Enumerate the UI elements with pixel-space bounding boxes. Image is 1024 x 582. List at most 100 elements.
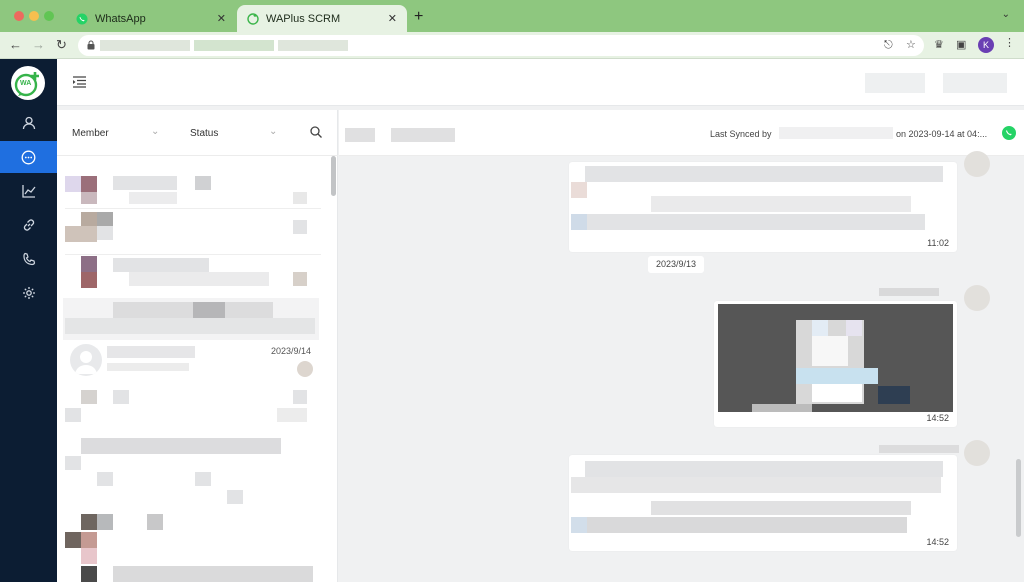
forward-arrow-icon[interactable]: →: [32, 37, 45, 52]
tab-label: WAPlus SCRM: [266, 12, 341, 25]
browser-window: WhatsApp ✕ WAPlus SCRM ✕ + ⌄ ← → ↻ ⎋ ☆ ♛…: [0, 0, 1024, 582]
message-text-redacted: [571, 517, 587, 533]
share-icon[interactable]: ⎋: [884, 39, 893, 52]
back-arrow-icon[interactable]: ←: [9, 37, 22, 52]
redacted-pixel: [129, 192, 177, 204]
message-bubble[interactable]: 11:02: [569, 162, 957, 252]
side-panel-icon[interactable]: ▣: [956, 38, 966, 51]
search-icon[interactable]: [310, 126, 322, 138]
tab-whatsapp[interactable]: WhatsApp ✕: [66, 5, 236, 32]
url-text-redacted: [100, 40, 190, 51]
more-menu-icon[interactable]: ⋮: [1004, 36, 1015, 49]
url-text-redacted: [278, 40, 348, 51]
list-item-selected[interactable]: [63, 298, 319, 340]
sidebar: WA: [0, 59, 57, 582]
message-text-redacted: [571, 214, 587, 230]
redacted-pixel: [65, 318, 315, 334]
list-item[interactable]: [57, 210, 327, 254]
date-divider: 2023/9/13: [648, 256, 704, 273]
sender-name-redacted: [879, 445, 959, 453]
conversation-date: 2023/9/14: [271, 346, 312, 356]
redacted-pixel: [147, 514, 163, 530]
phone-icon: [22, 252, 35, 266]
list-item[interactable]: [57, 256, 327, 296]
minimize-window-button[interactable]: [29, 11, 39, 21]
redacted-pixel: [65, 408, 81, 422]
user-icon: [22, 116, 35, 130]
sidebar-item-links[interactable]: [0, 209, 57, 241]
chevron-down-icon[interactable]: ⌄: [1002, 9, 1010, 20]
whatsapp-icon: [76, 13, 88, 25]
status-filter[interactable]: Status: [190, 128, 218, 139]
message-text-redacted: [571, 517, 907, 533]
redacted-pixel: [195, 176, 211, 190]
redacted-pixel: [277, 408, 307, 422]
sidebar-item-settings[interactable]: [0, 277, 57, 309]
redacted-pixel: [97, 514, 113, 530]
redacted-pixel: [129, 272, 269, 286]
list-item[interactable]: 2023/9/14: [65, 344, 321, 386]
app-header: [57, 59, 1024, 106]
maximize-window-button[interactable]: [44, 11, 54, 21]
collapse-menu-icon[interactable]: [73, 76, 86, 88]
chat-panel: Last Synced by on 2023-09-14 at 04:... 1…: [339, 110, 1024, 582]
image-message[interactable]: 14:52: [714, 301, 957, 427]
image-content-redacted: [812, 384, 862, 402]
star-icon[interactable]: ☆: [906, 38, 916, 51]
message-text-redacted: [585, 461, 943, 477]
message-bubble[interactable]: 14:52: [569, 455, 957, 551]
lock-icon: [87, 40, 95, 50]
chat-title-redacted: [391, 128, 455, 142]
list-item[interactable]: [57, 390, 327, 582]
tab-close-icon[interactable]: ✕: [217, 12, 226, 25]
redacted-pixel: [81, 272, 97, 288]
chevron-down-icon[interactable]: ⌄: [269, 126, 277, 137]
image-content-redacted: [878, 386, 910, 404]
whatsapp-icon[interactable]: [1002, 126, 1016, 140]
image-attachment[interactable]: [718, 304, 953, 412]
redacted-pixel: [113, 566, 313, 582]
conversation-list[interactable]: 2023/9/14: [57, 156, 338, 582]
image-content-redacted: [812, 336, 848, 366]
sidebar-item-chats[interactable]: [0, 141, 57, 173]
image-content-redacted: [812, 320, 828, 336]
redacted-pixel: [293, 272, 307, 286]
new-tab-button[interactable]: +: [414, 8, 423, 26]
member-filter[interactable]: Member: [72, 128, 109, 139]
chart-icon: [21, 185, 36, 198]
tab-waplus-scrm[interactable]: WAPlus SCRM ✕: [237, 5, 407, 32]
redacted-pixel: [113, 258, 209, 272]
redacted-pixel: [195, 472, 211, 486]
redacted-pixel: [97, 472, 113, 486]
redacted-pixel: [81, 176, 97, 192]
list-scrollbar[interactable]: [331, 156, 336, 196]
message-text-redacted: [651, 196, 911, 212]
close-window-button[interactable]: [14, 11, 24, 21]
sidebar-item-analytics[interactable]: [0, 175, 57, 207]
redacted-pixel: [81, 212, 97, 226]
chevron-down-icon[interactable]: ⌄: [151, 126, 159, 137]
redacted-pixel: [193, 302, 225, 318]
message-text-redacted: [651, 501, 911, 515]
profile-avatar[interactable]: K: [978, 37, 994, 53]
list-item[interactable]: [57, 156, 327, 208]
app-logo[interactable]: WA: [11, 66, 45, 100]
avatar: [70, 344, 102, 376]
synced-user-redacted: [779, 127, 893, 139]
redacted-pixel: [97, 212, 113, 226]
address-bar[interactable]: ⎋ ☆: [78, 35, 924, 56]
redacted-pixel: [81, 438, 281, 454]
sidebar-item-calls[interactable]: [0, 243, 57, 275]
tab-close-icon[interactable]: ✕: [388, 12, 397, 25]
chat-scrollbar[interactable]: [1016, 459, 1021, 537]
divider: [65, 254, 321, 255]
extensions-icon[interactable]: ♛: [934, 38, 944, 51]
message-time: 14:52: [926, 537, 949, 547]
agent-avatar: [964, 440, 990, 466]
reload-icon[interactable]: ↻: [56, 37, 67, 53]
image-content-redacted: [752, 404, 812, 412]
redacted-pixel: [81, 390, 97, 404]
divider: [65, 208, 321, 209]
sidebar-item-contacts[interactable]: [0, 107, 57, 139]
redacted-pixel: [65, 226, 97, 242]
